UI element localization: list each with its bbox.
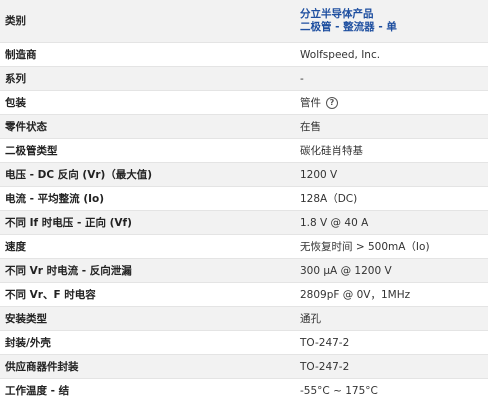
spec-label: 制造商 (5, 49, 37, 61)
spec-label: 不同 Vr、F 时电容 (5, 289, 96, 301)
spec-label: 安装类型 (5, 313, 47, 325)
spec-row-package-case: 封装/外壳 TO-247-2 (0, 330, 488, 354)
spec-value: TO-247-2 (300, 360, 350, 373)
spec-row-reverse-voltage: 电压 - DC 反向 (Vr)（最大值) 1200 V (0, 162, 488, 186)
spec-label: 不同 Vr 时电流 - 反向泄漏 (5, 265, 132, 277)
spec-row-rectified-current: 电流 - 平均整流 (Io) 128A（DC) (0, 186, 488, 210)
spec-value: 在售 (300, 121, 321, 133)
spec-value: 2809pF @ 0V，1MHz (300, 289, 411, 301)
spec-row-part-status: 零件状态 在售 (0, 114, 488, 138)
spec-value: Wolfspeed, Inc. (300, 48, 381, 61)
spec-label: 速度 (5, 241, 26, 253)
spec-value: TO-247-2 (300, 336, 350, 349)
spec-value: -55°C ~ 175°C (300, 384, 378, 397)
spec-value: 1.8 V @ 40 A (300, 216, 369, 229)
spec-row-speed: 速度 无恢复时间 > 500mA（Io) (0, 234, 488, 258)
spec-label: 电流 - 平均整流 (Io) (5, 193, 105, 205)
spec-value: 碳化硅肖特基 (300, 145, 363, 157)
category-row: 类别 分立半导体产品 二极管 - 整流器 - 单 (0, 0, 488, 42)
spec-value: 通孔 (300, 313, 321, 325)
spec-value-text: 管件 (300, 97, 321, 109)
spec-row-packaging: 包装 管件 ? (0, 90, 488, 114)
category-link-discrete[interactable]: 分立半导体产品 (300, 8, 397, 21)
spec-label: 不同 If 时电压 - 正向 (Vf) (5, 217, 132, 229)
spec-row-series: 系列 - (0, 66, 488, 90)
category-value: 分立半导体产品 二极管 - 整流器 - 单 (300, 8, 397, 34)
spec-label: 包装 (5, 97, 26, 109)
spec-row-supplier-package: 供应商器件封装 TO-247-2 (0, 354, 488, 378)
spec-label: 供应商器件封装 (5, 361, 79, 373)
spec-label: 封装/外壳 (5, 337, 51, 349)
spec-value: - (300, 72, 304, 85)
spec-label: 二极管类型 (5, 145, 58, 157)
spec-value: 300 µA @ 1200 V (300, 264, 392, 277)
category-link-diodes[interactable]: 二极管 - 整流器 - 单 (300, 21, 397, 34)
product-spec-table: 类别 分立半导体产品 二极管 - 整流器 - 单 制造商 Wolfspeed, … (0, 0, 488, 407)
spec-row-diode-type: 二极管类型 碳化硅肖特基 (0, 138, 488, 162)
category-label: 类别 (5, 15, 26, 27)
spec-label: 电压 - DC 反向 (Vr)（最大值) (5, 169, 153, 181)
spec-row-operating-temperature: 工作温度 - 结 -55°C ~ 175°C (0, 378, 488, 402)
spec-label: 工作温度 - 结 (5, 385, 70, 397)
spec-value: 1200 V (300, 168, 338, 181)
spec-value: 128A（DC) (300, 193, 358, 205)
spec-value-packaging: 管件 ? (300, 95, 338, 110)
spec-row-mounting-type: 安装类型 通孔 (0, 306, 488, 330)
spec-label: 零件状态 (5, 121, 47, 133)
help-circle-icon[interactable]: ? (326, 96, 338, 109)
spec-label: 系列 (5, 73, 26, 85)
spec-value: 无恢复时间 > 500mA（Io) (300, 241, 430, 253)
spec-row-forward-voltage: 不同 If 时电压 - 正向 (Vf) 1.8 V @ 40 A (0, 210, 488, 234)
spec-row-reverse-leakage: 不同 Vr 时电流 - 反向泄漏 300 µA @ 1200 V (0, 258, 488, 282)
spec-row-capacitance: 不同 Vr、F 时电容 2809pF @ 0V，1MHz (0, 282, 488, 306)
spec-row-manufacturer: 制造商 Wolfspeed, Inc. (0, 42, 488, 66)
